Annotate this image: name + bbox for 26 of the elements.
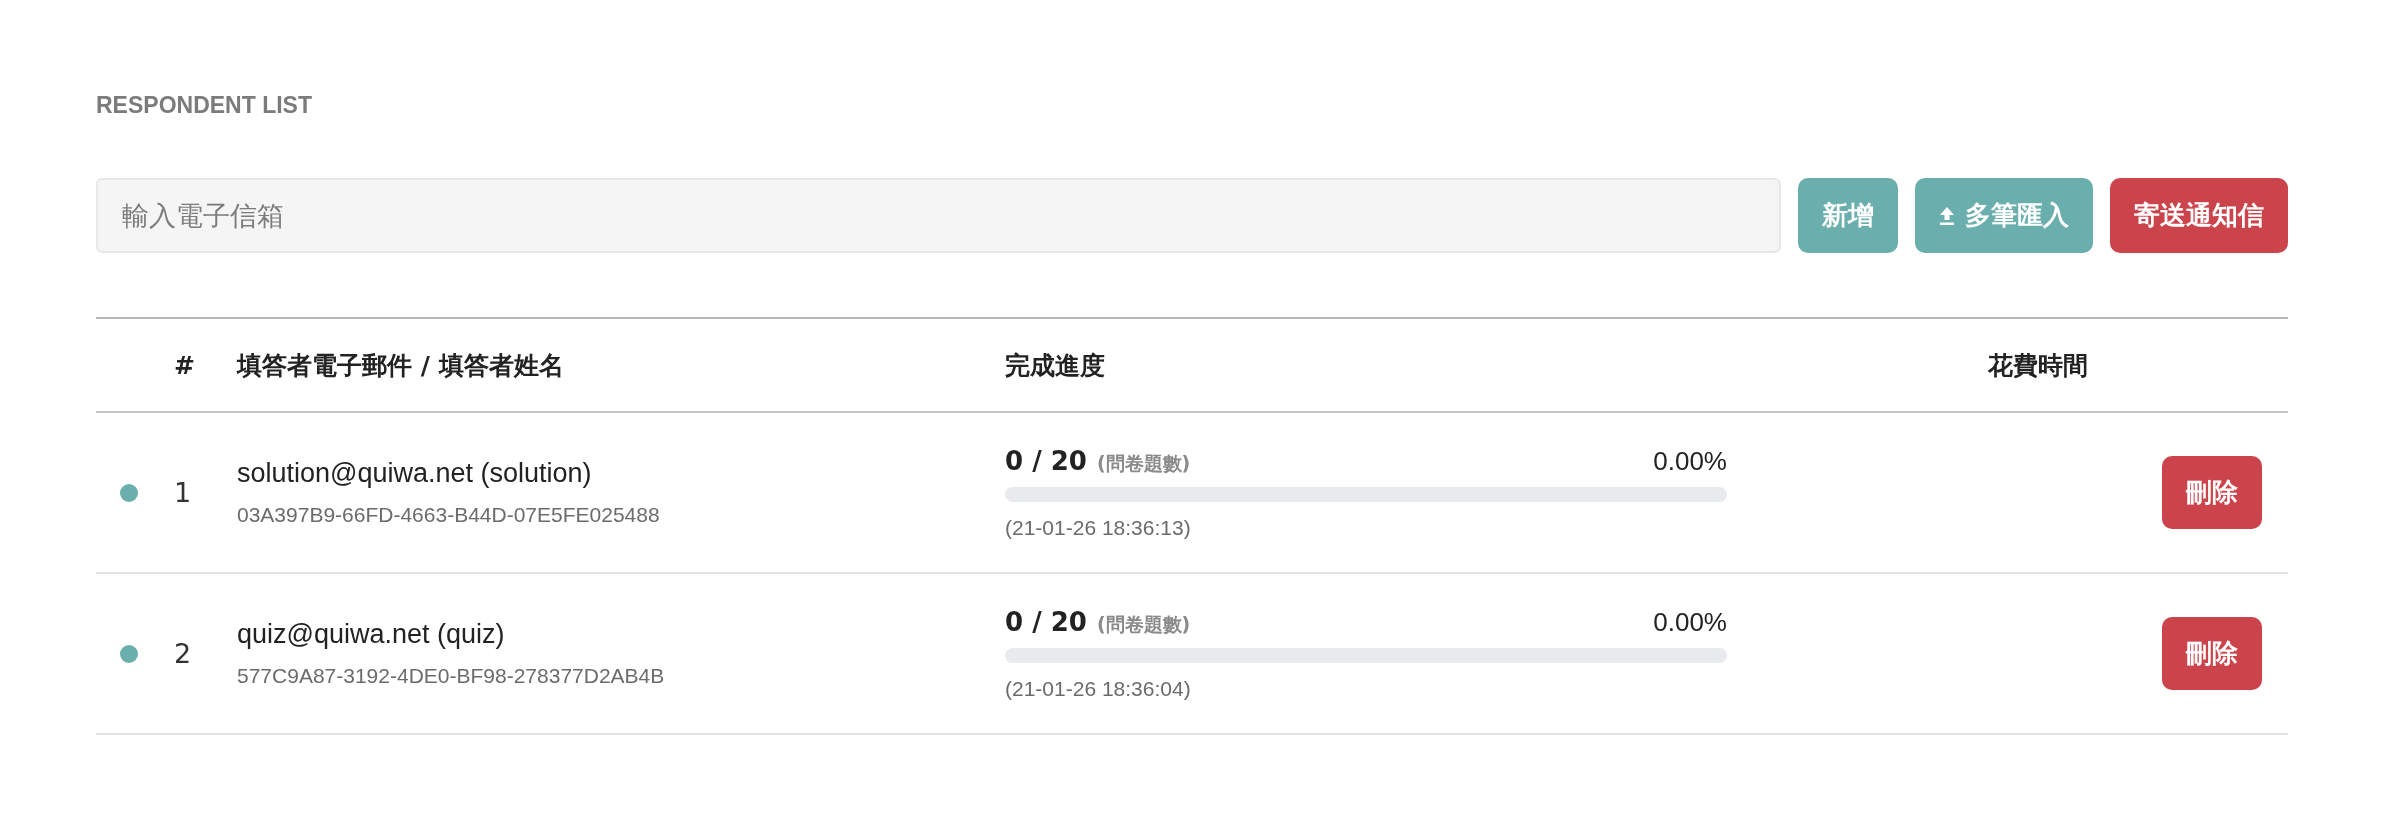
answered-count: 0 / 20 — [1005, 606, 1087, 637]
column-header: # — [173, 350, 196, 380]
respondent-email: quiz@quiwa.net (quiz) — [237, 619, 506, 650]
timestamp: (21-01-26 18:36:04) — [1005, 676, 1192, 701]
row-number: 1 — [173, 477, 193, 508]
column-header: 完成進度 — [1005, 349, 1106, 382]
progress-percent: 0.00% — [1653, 606, 1727, 638]
column-header: 填答者電子郵件 / 填答者姓名 — [237, 349, 565, 382]
delete-button[interactable]: 刪除 — [2162, 456, 2262, 529]
send-notification-button[interactable]: 寄送通知信 — [2110, 178, 2288, 253]
upload-icon — [1939, 205, 1955, 226]
timestamp: (21-01-26 18:36:13) — [1005, 515, 1192, 540]
import-button[interactable]: 多筆匯入 — [1915, 178, 2093, 253]
respondent-email: solution@quiwa.net (solution) — [237, 458, 593, 489]
column-header: 花費時間 — [1987, 349, 2089, 382]
respondent-id: 03A397B9-66FD-4663-B44D-07E5FE025488 — [237, 503, 661, 527]
question-count-note: (問卷題數) — [1096, 450, 1191, 476]
respondent-id: 577C9A87-3192-4DE0-BF98-278377D2AB4B — [237, 664, 666, 688]
delete-button[interactable]: 刪除 — [2162, 617, 2262, 690]
question-count-note: (問卷題數) — [1096, 611, 1191, 637]
progress-percent: 0.00% — [1653, 445, 1727, 477]
row-number: 2 — [173, 638, 193, 669]
email-input-field[interactable]: 輸入電子信箱 — [96, 178, 1781, 253]
section-title: RESPONDENT LIST — [96, 92, 313, 119]
add-button[interactable]: 新增 — [1798, 178, 1898, 253]
answered-count: 0 / 20 — [1005, 445, 1087, 476]
